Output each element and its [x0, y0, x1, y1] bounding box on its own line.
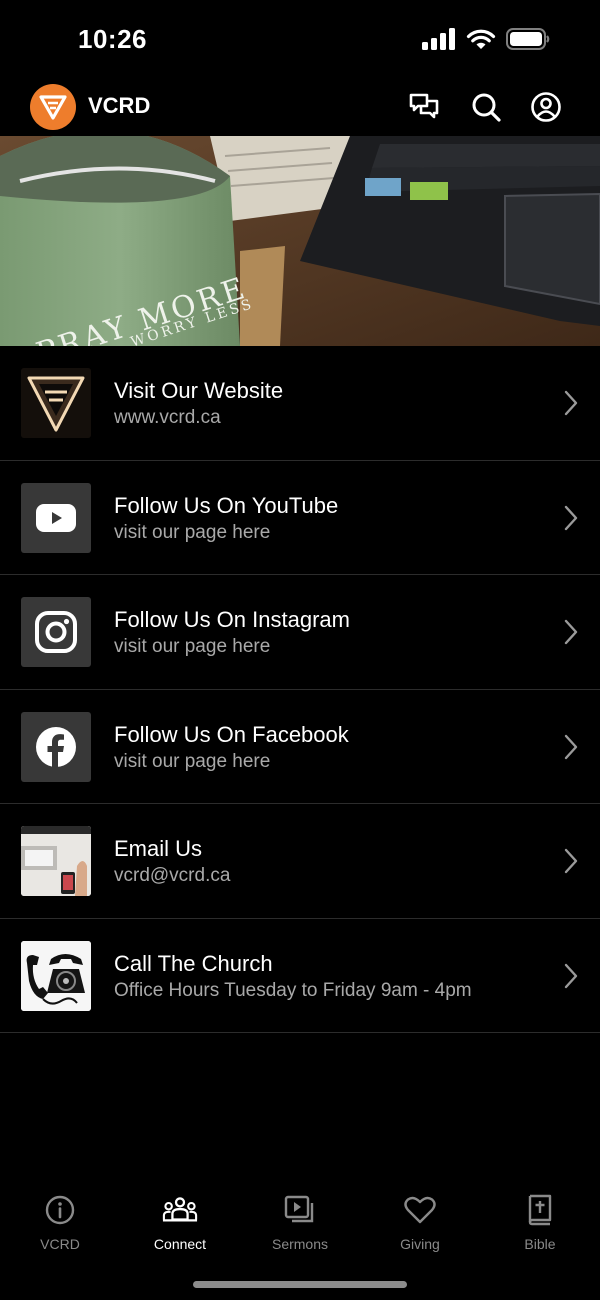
chevron-right-icon — [564, 963, 578, 988]
list-item-subtitle: vcrd@vcrd.ca — [114, 865, 231, 886]
status-bar: 10:26 — [0, 0, 600, 80]
facebook-icon — [21, 711, 91, 782]
chat-bubbles-icon[interactable] — [407, 90, 441, 124]
chevron-right-icon — [564, 848, 578, 874]
tab-label: Bible — [524, 1236, 556, 1252]
v-logo-icon — [39, 95, 67, 120]
list-item-title: Call The Church — [114, 950, 273, 976]
chevron-right-icon — [564, 390, 578, 416]
list-item-website[interactable]: Visit Our Website www.vcrd.ca — [0, 346, 600, 461]
search-icon[interactable] — [469, 90, 503, 124]
phone-photo — [21, 940, 91, 1011]
wifi-icon — [466, 29, 496, 49]
heart-icon — [402, 1192, 438, 1228]
list-item-subtitle: visit our page here — [114, 750, 271, 772]
list-item-instagram[interactable]: Follow Us On Instagram visit our page he… — [0, 575, 600, 690]
tab-label: Connect — [153, 1236, 207, 1252]
tab-label: Sermons — [271, 1236, 329, 1252]
list-item-title: Follow Us On Instagram — [114, 607, 350, 632]
list-item-youtube[interactable]: Follow Us On YouTube visit our page here — [0, 461, 600, 575]
people-icon — [162, 1192, 198, 1228]
link-list: Visit Our Website www.vcrd.ca Follow Us … — [0, 346, 600, 1033]
tab-bar: VCRD Connect Sermons Giving Bible — [0, 1180, 600, 1260]
battery-icon — [506, 28, 550, 50]
list-item-title: Visit Our Website — [114, 378, 284, 403]
chevron-right-icon — [564, 619, 578, 645]
list-item-email[interactable]: Email Us vcrd@vcrd.ca — [0, 804, 600, 919]
list-item-title: Email Us — [114, 836, 203, 861]
list-item-subtitle: visit our page here — [114, 521, 271, 543]
tab-label: Giving — [400, 1236, 440, 1252]
info-icon — [42, 1192, 78, 1228]
list-item-subtitle: www.vcrd.ca — [114, 407, 221, 428]
tab-bible[interactable]: Bible — [480, 1180, 600, 1260]
status-icons — [422, 28, 550, 50]
instagram-icon — [21, 597, 91, 667]
list-item-subtitle: Office Hours Tuesday to Friday 9am - 4pm — [114, 979, 472, 1001]
email-photo — [21, 826, 91, 896]
list-item-call[interactable]: Call The Church Office Hours Tuesday to … — [0, 919, 600, 1033]
tab-connect[interactable]: Connect — [120, 1180, 240, 1260]
status-time: 10:26 — [78, 24, 147, 54]
youtube-icon — [21, 482, 91, 553]
tab-label: VCRD — [40, 1236, 80, 1252]
chevron-right-icon — [564, 734, 578, 759]
video-library-icon — [282, 1192, 318, 1228]
app-title: VCRD — [88, 93, 151, 118]
bible-icon — [522, 1192, 558, 1228]
cellular-signal-icon — [422, 28, 455, 50]
list-item-facebook[interactable]: Follow Us On Facebook visit our page her… — [0, 690, 600, 804]
vcrd-logo-thumb — [21, 368, 91, 438]
hero-image: PRAY MORE WORRY LESS — [0, 136, 600, 346]
tab-vcrd[interactable]: VCRD — [0, 1180, 120, 1260]
list-item-title: Follow Us On Facebook — [114, 721, 349, 747]
vcrd-logo[interactable] — [30, 84, 76, 130]
tab-sermons[interactable]: Sermons — [240, 1180, 360, 1260]
account-icon[interactable] — [529, 90, 563, 124]
tab-giving[interactable]: Giving — [360, 1180, 480, 1260]
chevron-right-icon — [564, 505, 578, 530]
list-item-title: Follow Us On YouTube — [114, 492, 339, 518]
home-indicator[interactable] — [193, 1281, 407, 1288]
list-item-subtitle: visit our page here — [114, 636, 271, 657]
app-header: VCRD — [0, 80, 600, 136]
